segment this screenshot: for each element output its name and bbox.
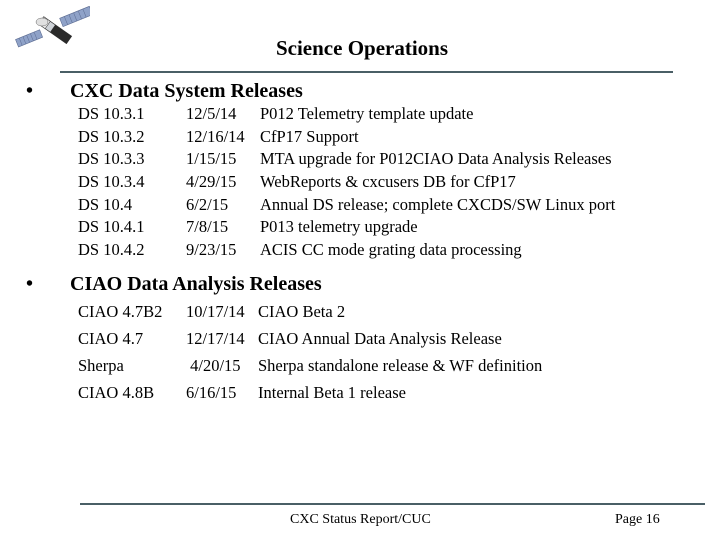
bullet: • xyxy=(26,80,34,102)
ciao-release-list: CIAO 4.7B2 10/17/14 CIAO Beta 2 CIAO 4.7 12… xyxy=(78,298,542,406)
release-date: 4/20/15 xyxy=(186,356,241,375)
release-description: P013 telemetry upgrade xyxy=(260,217,418,237)
release-date: 6/2/15 xyxy=(186,194,229,214)
release-description: Sherpa standalone release & WF definitio… xyxy=(258,356,543,375)
release-description: Internal Beta 1 release xyxy=(258,383,406,402)
section-heading-ciao: • CIAO Data Analysis Releases xyxy=(26,273,322,296)
release-description: ACIS CC mode grating data processing xyxy=(260,240,522,260)
release-description: MTA upgrade for P012CIAO Data Analysis R… xyxy=(260,149,612,169)
release-name: CIAO 4.8B xyxy=(78,383,155,402)
page-number: Page 16 xyxy=(615,512,660,527)
release-name: Sherpa xyxy=(78,356,124,375)
section-title: CIAO Data Analysis Releases xyxy=(70,273,322,295)
release-date: 4/29/15 xyxy=(186,172,237,192)
bullet: • xyxy=(26,273,34,295)
list-item: Sherpa 4/20/15 Sherpa standalone release … xyxy=(78,352,542,379)
release-date: 12/17/14 xyxy=(186,329,245,348)
slide-title: Science Operations xyxy=(275,36,449,60)
release-name: DS 10.3.4 xyxy=(78,172,145,192)
footer-report-title: CXC Status Report/CUC xyxy=(290,512,431,527)
release-name: DS 10.3.1 xyxy=(78,104,145,123)
release-name: DS 10.4 xyxy=(78,194,133,214)
ds-release-list: DS 10.3.1 12/5/14 P012 Telemetry template … xyxy=(78,103,615,262)
release-date: 6/16/15 xyxy=(186,383,237,402)
release-name: DS 10.4.1 xyxy=(78,217,145,237)
release-name: DS 10.4.2 xyxy=(78,240,145,260)
release-description: Annual DS release; complete CXCDS/SW Lin… xyxy=(260,194,616,214)
release-description: CIAO Annual Data Analysis Release xyxy=(258,329,502,348)
list-item: CIAO 4.7B2 10/17/14 CIAO Beta 2 xyxy=(78,298,542,325)
release-name: DS 10.3.3 xyxy=(78,149,145,169)
title-divider xyxy=(60,71,673,73)
list-item: DS 10.3.3 1/15/15 MTA upgrade for P012CIAO… xyxy=(78,148,615,171)
release-name: CIAO 4.7 xyxy=(78,329,144,348)
release-description: CfP17 Support xyxy=(260,126,359,146)
release-date: 12/5/14 xyxy=(186,104,237,123)
release-date: 1/15/15 xyxy=(186,149,237,169)
release-name: CIAO 4.7B2 xyxy=(78,302,163,321)
release-description: CIAO Beta 2 xyxy=(258,302,346,321)
release-name: DS 10.3.2 xyxy=(78,126,145,146)
release-date: 7/8/15 xyxy=(186,217,229,237)
release-description: P012 Telemetry template update xyxy=(260,104,474,123)
list-item: CIAO 4.7 12/17/14 CIAO Annual Data Analysi… xyxy=(78,325,542,352)
list-item: DS 10.3.2 12/16/14 CfP17 Support xyxy=(78,126,615,149)
list-item: DS 10.4.1 7/8/15 P013 telemetry upgrade xyxy=(78,216,615,239)
list-item: DS 10.3.4 4/29/15 WebReports & cxcusers DB… xyxy=(78,171,615,194)
list-item: DS 10.4 6/2/15 Annual DS release; complete… xyxy=(78,194,615,217)
release-date: 10/17/14 xyxy=(186,302,245,321)
release-date: 9/23/15 xyxy=(186,240,237,260)
section-heading-cxc-ds: • CXC Data System Releases xyxy=(26,80,303,103)
release-description: WebReports & cxcusers DB for CfP17 xyxy=(260,172,516,192)
release-date: 12/16/14 xyxy=(186,126,245,146)
list-item: DS 10.4.2 9/23/15 ACIS CC mode grating dat… xyxy=(78,239,615,262)
list-item: CIAO 4.8B 6/16/15 Internal Beta 1 release xyxy=(78,379,542,406)
section-title: CXC Data System Releases xyxy=(70,80,303,102)
footer-divider xyxy=(80,503,705,505)
list-item: DS 10.3.1 12/5/14 P012 Telemetry template … xyxy=(78,103,615,126)
